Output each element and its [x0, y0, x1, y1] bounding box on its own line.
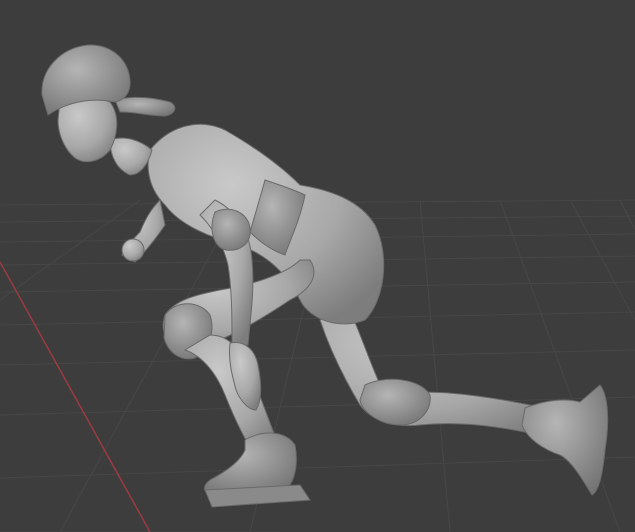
viewport-canvas[interactable]	[0, 0, 635, 532]
3d-viewport[interactable]	[0, 0, 635, 532]
ponytail	[114, 96, 176, 117]
back-knee-pad	[359, 378, 431, 426]
head	[57, 96, 118, 163]
neck	[109, 137, 153, 176]
elbow-pad	[211, 208, 251, 251]
x-axis-line	[0, 261, 151, 532]
left-fist	[121, 238, 145, 262]
back-skate	[521, 384, 609, 496]
front-skate	[204, 432, 297, 495]
skater-model[interactable]	[41, 44, 609, 508]
